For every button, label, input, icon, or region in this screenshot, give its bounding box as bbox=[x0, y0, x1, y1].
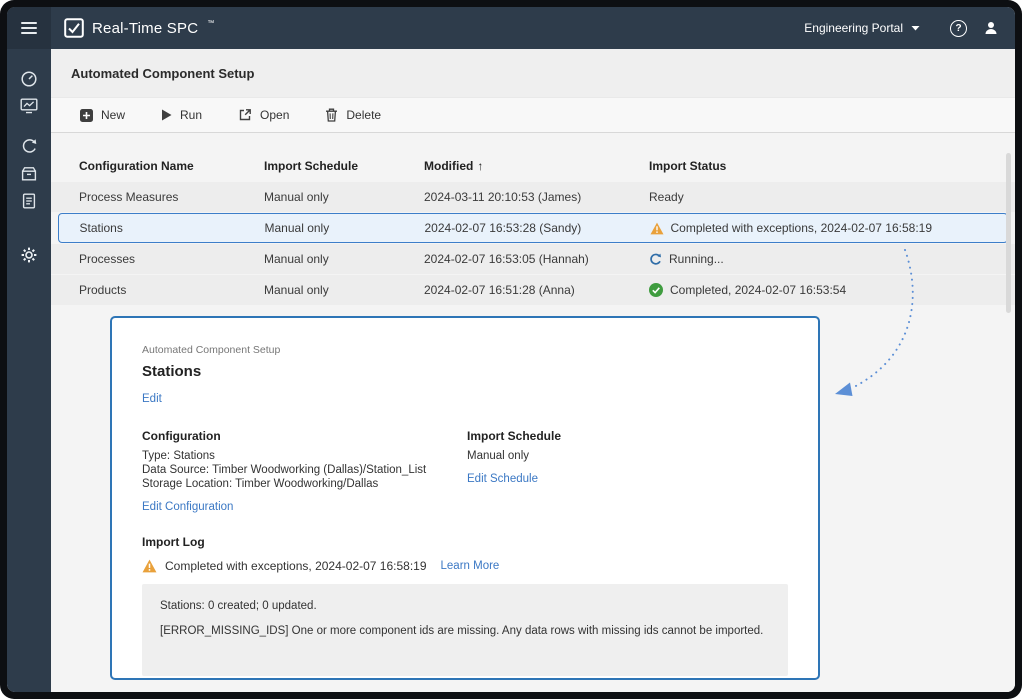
warning-icon bbox=[142, 559, 157, 573]
config-name: Stations bbox=[80, 221, 265, 235]
column-header-import-schedule[interactable]: Import Schedule bbox=[264, 159, 424, 173]
configuration-data-source: Data Source: Timber Woodworking (Dallas)… bbox=[142, 463, 467, 477]
portal-selector[interactable]: Engineering Portal bbox=[804, 21, 920, 35]
app-logo-icon bbox=[64, 18, 84, 38]
chart-monitor-icon[interactable] bbox=[15, 92, 43, 119]
import-log-status-line: Completed with exceptions, 2024-02-07 16… bbox=[142, 559, 788, 573]
config-name: Process Measures bbox=[79, 190, 264, 204]
detail-title: Stations bbox=[142, 363, 788, 380]
page-title: Automated Component Setup bbox=[71, 66, 254, 81]
modified: 2024-03-11 20:10:53 (James) bbox=[424, 190, 649, 204]
import-schedule-section: Import Schedule Manual only Edit Schedul… bbox=[467, 429, 561, 515]
learn-more-link[interactable]: Learn More bbox=[441, 560, 500, 572]
import-log-output: Stations: 0 created; 0 updated. [ERROR_M… bbox=[142, 584, 788, 676]
new-button[interactable]: New bbox=[80, 108, 125, 122]
import-schedule: Manual only bbox=[264, 190, 424, 204]
open-button[interactable]: Open bbox=[238, 108, 289, 122]
user-account-icon[interactable] bbox=[983, 20, 999, 36]
trademark: ™ bbox=[207, 20, 214, 27]
trash-icon bbox=[325, 108, 338, 122]
page-header: Automated Component Setup bbox=[51, 49, 1015, 97]
configuration-type: Type: Stations bbox=[142, 449, 467, 463]
config-name: Processes bbox=[79, 252, 264, 266]
import-log-heading: Import Log bbox=[142, 535, 788, 549]
import-schedule-heading: Import Schedule bbox=[467, 429, 561, 443]
settings-gear-icon[interactable] bbox=[15, 241, 43, 268]
config-name: Products bbox=[79, 283, 264, 297]
success-check-icon bbox=[649, 283, 663, 297]
help-icon[interactable]: ? bbox=[950, 20, 967, 37]
running-refresh-icon bbox=[649, 253, 662, 266]
configuration-heading: Configuration bbox=[142, 429, 467, 443]
import-status: Completed with exceptions, 2024-02-07 16… bbox=[650, 221, 1008, 235]
main-content: Automated Component Setup New bbox=[51, 49, 1015, 692]
configuration-storage-location: Storage Location: Timber Woodworking/Dal… bbox=[142, 477, 467, 491]
import-log-status-text: Completed with exceptions, 2024-02-07 16… bbox=[165, 559, 427, 573]
import-schedule: Manual only bbox=[265, 221, 425, 235]
play-icon bbox=[161, 109, 172, 121]
detail-panel: Automated Component Setup Stations Edit … bbox=[110, 316, 820, 680]
log-line: [ERROR_MISSING_IDS] One or more componen… bbox=[160, 625, 770, 637]
dashboard-gauge-icon[interactable] bbox=[15, 65, 43, 92]
configuration-section: Configuration Type: Stations Data Source… bbox=[142, 429, 467, 515]
modified: 2024-02-07 16:51:28 (Anna) bbox=[424, 283, 649, 297]
edit-schedule-link[interactable]: Edit Schedule bbox=[467, 473, 538, 485]
app-window: Real-Time SPC ™ Engineering Portal ? bbox=[0, 0, 1022, 699]
column-header-import-status[interactable]: Import Status bbox=[649, 159, 1015, 173]
column-header-modified[interactable]: Modified↑ bbox=[424, 159, 649, 173]
portal-label: Engineering Portal bbox=[804, 21, 903, 35]
column-header-configuration-name[interactable]: Configuration Name bbox=[79, 159, 264, 173]
hamburger-menu-button[interactable] bbox=[7, 7, 51, 49]
import-schedule: Manual only bbox=[264, 252, 424, 266]
run-button[interactable]: Run bbox=[161, 108, 202, 122]
toolbar: New Run bbox=[51, 97, 1015, 133]
edit-link[interactable]: Edit bbox=[142, 393, 162, 405]
storage-box-icon[interactable] bbox=[15, 160, 43, 187]
table-row-selected[interactable]: Stations Manual only 2024-02-07 16:53:28… bbox=[58, 213, 1008, 243]
log-line: Stations: 0 created; 0 updated. bbox=[160, 600, 770, 612]
modified: 2024-02-07 16:53:05 (Hannah) bbox=[424, 252, 649, 266]
detail-columns: Configuration Type: Stations Data Source… bbox=[142, 429, 788, 515]
open-external-icon bbox=[238, 108, 252, 122]
plus-icon bbox=[80, 109, 93, 122]
vertical-scrollbar-thumb[interactable] bbox=[1006, 153, 1011, 313]
brand: Real-Time SPC ™ bbox=[64, 18, 214, 38]
modified: 2024-02-07 16:53:28 (Sandy) bbox=[425, 221, 650, 235]
topbar: Real-Time SPC ™ Engineering Portal ? bbox=[7, 7, 1015, 49]
sort-ascending-icon: ↑ bbox=[477, 159, 483, 173]
clipboard-icon[interactable] bbox=[15, 187, 43, 214]
sync-icon[interactable] bbox=[15, 133, 43, 160]
edit-configuration-link[interactable]: Edit Configuration bbox=[142, 501, 233, 513]
warning-icon bbox=[650, 222, 664, 235]
chevron-down-icon bbox=[911, 25, 920, 31]
app-title: Real-Time SPC bbox=[92, 20, 198, 37]
delete-button[interactable]: Delete bbox=[325, 108, 381, 122]
import-schedule: Manual only bbox=[264, 283, 424, 297]
sidebar bbox=[7, 49, 51, 692]
topbar-right: Engineering Portal ? bbox=[804, 20, 1015, 37]
table-row[interactable]: Process Measures Manual only 2024-03-11 … bbox=[51, 182, 1015, 212]
import-schedule-value: Manual only bbox=[467, 449, 561, 463]
app-body: Automated Component Setup New bbox=[7, 49, 1015, 692]
import-status: Ready bbox=[649, 190, 1015, 204]
breadcrumb: Automated Component Setup bbox=[142, 344, 788, 356]
table-header: Configuration Name Import Schedule Modif… bbox=[51, 133, 1015, 182]
app-surface: Real-Time SPC ™ Engineering Portal ? bbox=[7, 7, 1015, 692]
